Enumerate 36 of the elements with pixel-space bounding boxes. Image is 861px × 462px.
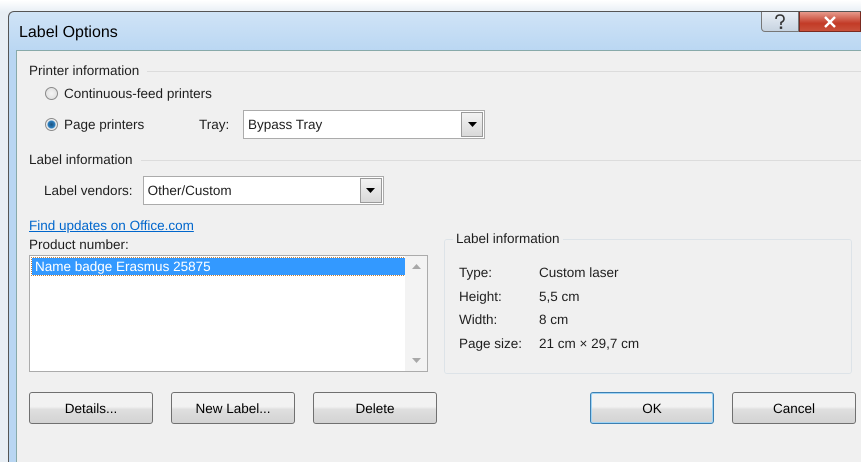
radio-button[interactable]: [45, 87, 58, 100]
info-label: Height:: [459, 288, 503, 304]
section-heading: Printer information: [29, 63, 140, 78]
dialog-button[interactable]: OK: [590, 392, 714, 424]
dialog-button[interactable]: Delete: [313, 392, 437, 424]
vendors-dropdown[interactable]: Other/Custom: [142, 176, 384, 205]
window-title: Label Options: [19, 24, 118, 42]
info-value: 21 cm × 29,7 cm: [539, 336, 640, 351]
info-value: 8 cm: [539, 312, 568, 328]
radio-button[interactable]: [45, 118, 58, 131]
updates-link[interactable]: Find updates on Office.com: [29, 218, 194, 233]
tray-dropdown[interactable]: Bypass Tray: [243, 110, 485, 139]
tray-label: Tray:: [199, 117, 230, 132]
section-heading: Label information: [29, 152, 133, 167]
dropdown-arrow-icon: [366, 188, 376, 193]
dropdown-arrow-icon: [468, 122, 476, 127]
panel-heading: Label information: [453, 231, 563, 246]
product-number-label: Product number:: [29, 237, 130, 252]
dialog-button[interactable]: Cancel: [732, 392, 856, 424]
info-label: Page size:: [459, 336, 524, 351]
info-value: Custom laser: [539, 265, 619, 280]
vendors-label: Label vendors:: [44, 183, 133, 198]
scrollbar[interactable]: [405, 256, 427, 371]
info-value: 5,5 cm: [539, 288, 580, 304]
close-icon: [823, 16, 837, 28]
radio-option[interactable]: Page printers: [45, 114, 199, 134]
scroll-down-icon[interactable]: [412, 358, 420, 363]
dialog-button[interactable]: Details...: [29, 392, 153, 424]
scroll-up-icon[interactable]: [412, 264, 420, 269]
info-label: Width:: [459, 312, 498, 328]
help-icon: [774, 14, 786, 30]
info-label: Type:: [459, 265, 494, 280]
dialog-button[interactable]: New Label...: [171, 392, 295, 424]
help-button[interactable]: [761, 12, 799, 32]
radio-option[interactable]: Continuous-feed printers: [45, 84, 212, 104]
close-button[interactable]: [799, 12, 861, 32]
